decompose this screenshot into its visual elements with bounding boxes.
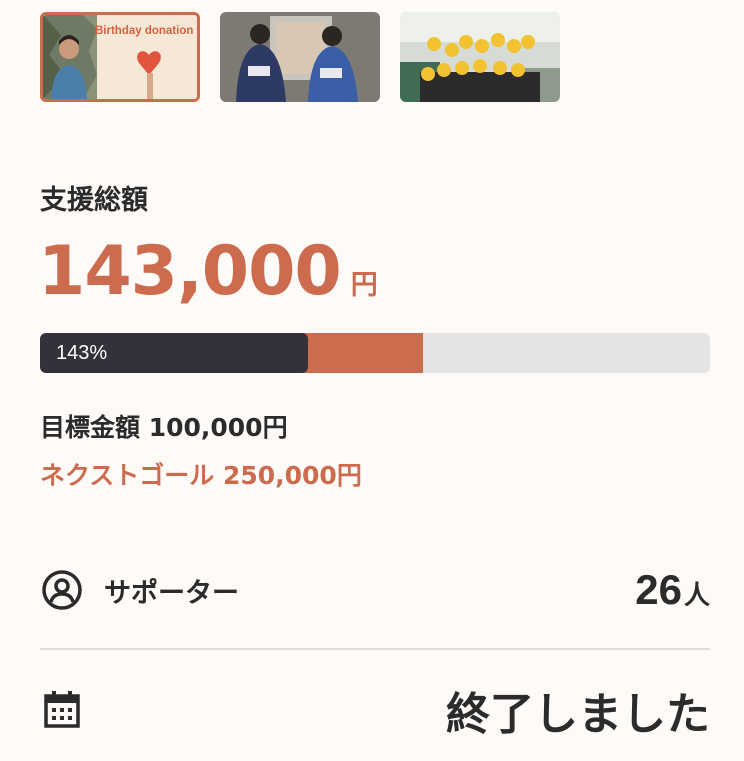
campaign-status: 終了しました (446, 689, 710, 740)
total-support-label: 支援総額 (40, 185, 148, 216)
image-thumbnail-strip: Birthday donation (40, 12, 560, 102)
goal-amount: 目標金額 100,000円 (40, 413, 288, 442)
supporters-count-value: 26 (635, 566, 682, 613)
supporters-label: サポーター (104, 577, 239, 609)
total-amount: 143,000 円 (38, 232, 378, 311)
thumbnail-event-photo[interactable] (220, 12, 380, 102)
thumbnail-caption: Birthday donation (95, 25, 194, 37)
total-amount-value: 143,000 (38, 232, 342, 311)
thumbnail-group-photo[interactable] (400, 12, 560, 102)
divider (40, 648, 710, 650)
total-amount-unit: 円 (350, 270, 378, 301)
project-funding-panel: Birthday donation 支援総額 143,000 円 143% 目標… (0, 0, 744, 761)
thumbnail-image-2 (220, 12, 380, 102)
funding-progress-bar: 143% (40, 333, 710, 373)
status-row: 終了しました (40, 680, 710, 740)
calendar-icon (44, 691, 80, 728)
thumbnail-image-3 (400, 12, 560, 102)
thumbnail-birthday-donation[interactable]: Birthday donation (40, 12, 200, 102)
supporters-count-unit: 人 (683, 581, 710, 611)
next-goal-amount: ネクストゴール 250,000円 (40, 461, 362, 490)
supporters-count: 26 人 (635, 566, 710, 614)
progress-percent-label: 143% (56, 342, 108, 364)
user-circle-icon (42, 570, 82, 610)
supporters-row: サポーター 26 人 (40, 560, 710, 620)
